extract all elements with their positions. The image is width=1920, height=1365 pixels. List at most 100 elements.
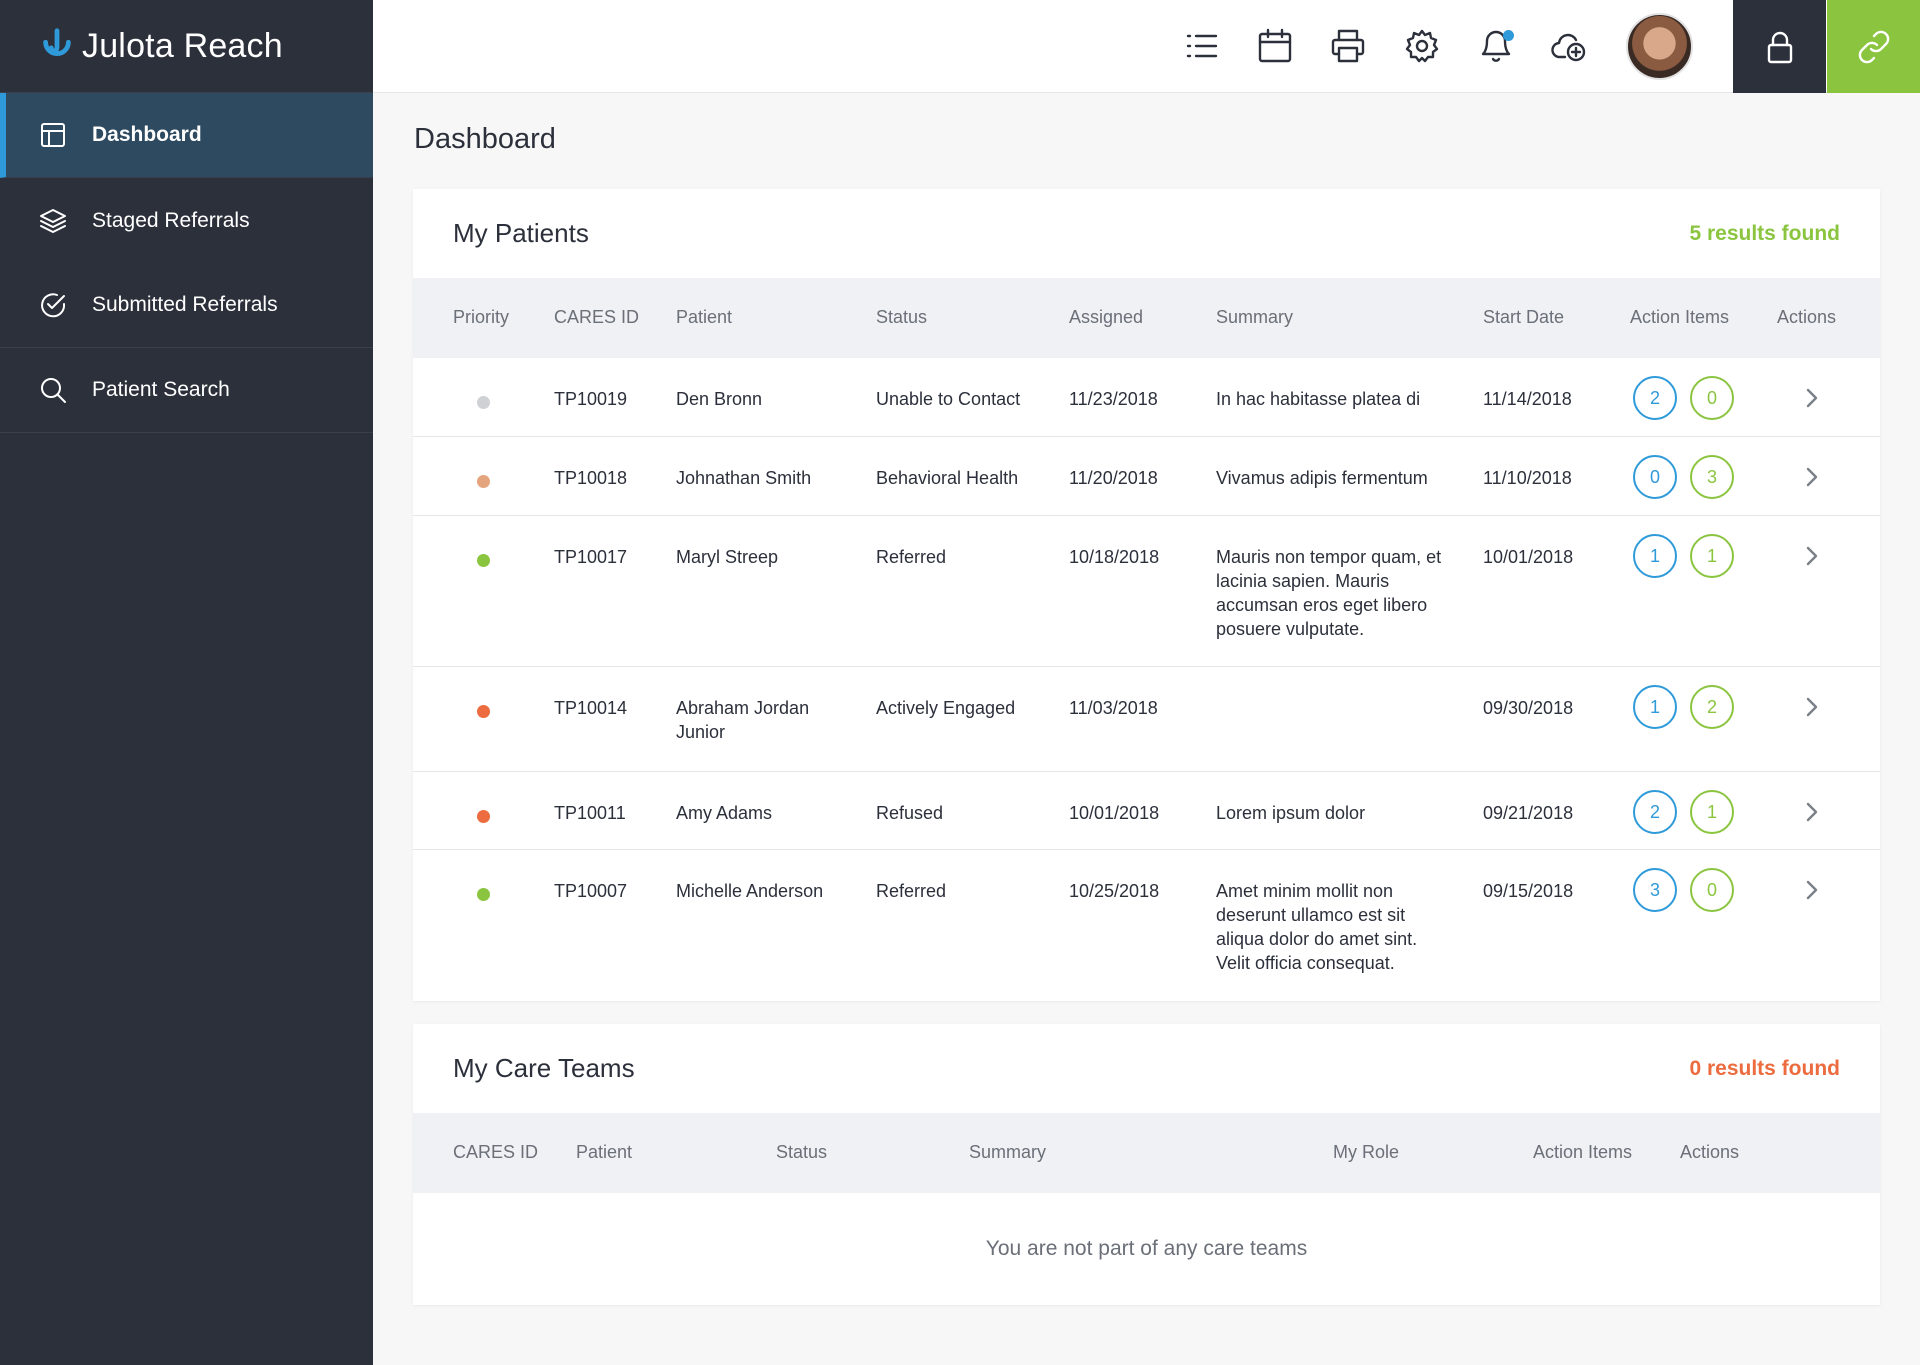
cell-start-date: 10/01/2018: [1483, 547, 1574, 567]
column-header-cares-id[interactable]: CARES ID: [554, 307, 639, 328]
brand[interactable]: Julota Reach: [0, 0, 373, 93]
my-care-teams-header: My Care Teams 0 results found: [413, 1024, 1880, 1113]
card-title: My Patients: [453, 218, 589, 248]
printer-icon[interactable]: [1326, 24, 1370, 68]
column-header-patient[interactable]: Patient: [576, 1142, 632, 1163]
lock-icon: [1767, 31, 1792, 63]
column-header-actions[interactable]: Actions: [1777, 307, 1836, 328]
cell-assigned: 10/18/2018: [1069, 547, 1160, 567]
chevron-right-icon[interactable]: [1798, 542, 1826, 570]
card-title: My Care Teams: [453, 1053, 635, 1083]
table-row[interactable]: TP10018 Johnathan Smith Behavioral Health 1…: [413, 437, 1880, 516]
action-items-badge-green[interactable]: 1: [1690, 790, 1734, 834]
priority-dot: [477, 810, 490, 823]
column-header-patient[interactable]: Patient: [676, 307, 732, 328]
cell-patient: Michelle Anderson: [676, 881, 824, 901]
cell-summary: Amet minim mollit non deserunt ullamco e…: [1216, 881, 1418, 973]
sidebar-item-staged-referrals[interactable]: Staged Referrals: [0, 178, 373, 263]
cell-cares-id: TP10019: [554, 389, 628, 409]
cell-assigned: 11/23/2018: [1069, 389, 1158, 409]
search-icon: [38, 375, 68, 405]
cell-status: Refused: [876, 803, 944, 823]
priority-dot: [477, 554, 490, 567]
chevron-right-icon[interactable]: [1798, 876, 1826, 904]
cell-cares-id: TP10017: [554, 547, 628, 567]
my-patients-header: My Patients 5 results found: [413, 189, 1880, 278]
calendar-icon[interactable]: [1253, 24, 1297, 68]
column-header-priority[interactable]: Priority: [453, 307, 509, 328]
cell-status: Actively Engaged: [876, 698, 1016, 718]
cell-status: Referred: [876, 881, 947, 901]
cell-patient: Abraham Jordan Junior: [676, 698, 810, 742]
action-items-badge-green[interactable]: 3: [1690, 455, 1734, 499]
link-button[interactable]: [1827, 0, 1920, 93]
action-items-badge-green[interactable]: 0: [1690, 868, 1734, 912]
priority-dot: [477, 475, 490, 488]
sidebar-item-dashboard[interactable]: Dashboard: [0, 93, 373, 178]
column-header-action-items[interactable]: Action Items: [1630, 307, 1729, 328]
my-patients-card: My Patients 5 results found Priority CAR…: [413, 189, 1880, 1001]
sidebar-item-label: Dashboard: [92, 123, 202, 146]
chevron-right-icon[interactable]: [1798, 384, 1826, 412]
cell-patient: Amy Adams: [676, 803, 773, 823]
column-header-action-items[interactable]: Action Items: [1533, 1142, 1632, 1163]
cell-summary: Lorem ipsum dolor: [1216, 803, 1366, 823]
column-header-my-role[interactable]: My Role: [1333, 1142, 1399, 1163]
action-items-badge-blue[interactable]: 1: [1633, 685, 1677, 729]
notification-dot: [1503, 30, 1514, 41]
page-title: Dashboard: [414, 123, 556, 155]
sidebar-item-submitted-referrals[interactable]: Submitted Referrals: [0, 263, 373, 348]
list-icon[interactable]: [1180, 24, 1224, 68]
action-items-badge-blue[interactable]: 2: [1633, 790, 1677, 834]
column-header-actions[interactable]: Actions: [1680, 1142, 1739, 1163]
gear-icon[interactable]: [1400, 24, 1444, 68]
lock-button[interactable]: [1733, 0, 1826, 93]
action-items-badge-blue[interactable]: 3: [1633, 868, 1677, 912]
priority-dot: [477, 396, 490, 409]
cell-cares-id: TP10018: [554, 468, 628, 488]
action-items-badge-green[interactable]: 0: [1690, 376, 1734, 420]
column-header-assigned[interactable]: Assigned: [1069, 307, 1143, 328]
chevron-right-icon[interactable]: [1798, 463, 1826, 491]
top-bar: [373, 0, 1920, 93]
bell-icon[interactable]: [1474, 24, 1518, 68]
action-items-badge-blue[interactable]: 1: [1633, 534, 1677, 578]
cell-cares-id: TP10011: [554, 803, 626, 823]
chevron-right-icon[interactable]: [1798, 693, 1826, 721]
column-header-status[interactable]: Status: [776, 1142, 827, 1163]
column-header-summary[interactable]: Summary: [1216, 307, 1293, 328]
action-items-badge-green[interactable]: 1: [1690, 534, 1734, 578]
table-row[interactable]: TP10019 Den Bronn Unable to Contact 11/23/2…: [413, 358, 1880, 437]
cell-patient: Johnathan Smith: [676, 468, 812, 488]
table-header: Priority CARES ID Patient Status Assigne…: [413, 278, 1880, 358]
chevron-right-icon[interactable]: [1798, 798, 1826, 826]
brand-name: Julota Reach: [82, 26, 283, 65]
table-header: CARES ID Patient Status Summary My Role …: [413, 1113, 1880, 1193]
cell-assigned: 10/25/2018: [1069, 881, 1160, 901]
julota-logo-icon: [43, 28, 71, 56]
column-header-summary[interactable]: Summary: [969, 1142, 1046, 1163]
cell-start-date: 09/30/2018: [1483, 698, 1574, 718]
action-items-badge-green[interactable]: 2: [1690, 685, 1734, 729]
cell-assigned: 11/03/2018: [1069, 698, 1158, 718]
column-header-status[interactable]: Status: [876, 307, 927, 328]
table-row[interactable]: TP10014 Abraham Jordan Junior Actively Eng…: [413, 667, 1880, 772]
action-items-badge-blue[interactable]: 2: [1633, 376, 1677, 420]
priority-dot: [477, 705, 490, 718]
sidebar-item-label: Submitted Referrals: [92, 293, 278, 316]
sidebar-item-label: Staged Referrals: [92, 208, 250, 232]
sidebar-item-label: Patient Search: [92, 378, 230, 401]
cell-start-date: 11/10/2018: [1483, 468, 1572, 488]
table-row[interactable]: TP10011 Amy Adams Refused 10/01/2018 Lorem i…: [413, 772, 1880, 850]
column-header-cares-id[interactable]: CARES ID: [453, 1142, 538, 1163]
cell-cares-id: TP10007: [554, 881, 628, 901]
table-row[interactable]: TP10007 Michelle Anderson Referred 10/25/20…: [413, 850, 1880, 1001]
avatar[interactable]: [1626, 13, 1693, 80]
column-header-start-date[interactable]: Start Date: [1483, 307, 1564, 328]
sidebar-item-patient-search[interactable]: Patient Search: [0, 348, 373, 433]
results-count: 5 results found: [1689, 221, 1840, 245]
action-items-badge-blue[interactable]: 0: [1633, 455, 1677, 499]
cell-start-date: 09/21/2018: [1483, 803, 1574, 823]
cloud-add-icon[interactable]: [1547, 24, 1591, 68]
table-row[interactable]: TP10017 Maryl Streep Referred 10/18/2018 Mau…: [413, 516, 1880, 667]
